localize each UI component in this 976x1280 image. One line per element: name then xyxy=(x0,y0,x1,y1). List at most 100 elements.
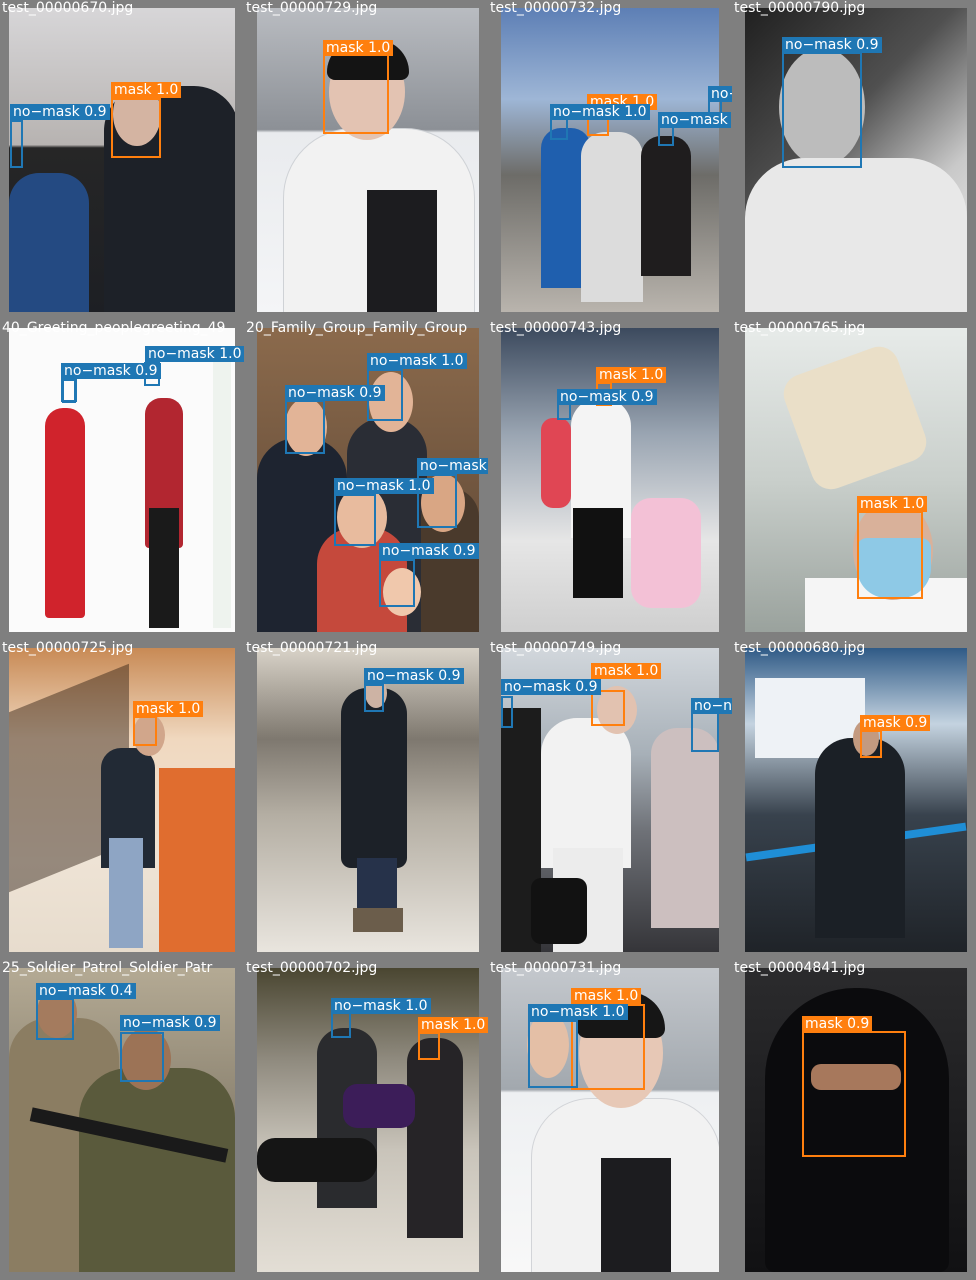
photo xyxy=(745,648,967,952)
bag xyxy=(531,878,587,944)
detection-box xyxy=(691,708,719,752)
person xyxy=(9,173,89,312)
person xyxy=(641,136,691,276)
photo xyxy=(745,328,967,632)
person xyxy=(601,1158,671,1272)
image-filename: test_00000680.jpg xyxy=(734,640,866,656)
detection-box xyxy=(528,1020,578,1088)
detection-label: no−mask xyxy=(417,458,488,474)
detection-label: no−mask 0.9 xyxy=(285,385,385,401)
detection-box xyxy=(802,1031,906,1157)
image-filename: test_00000729.jpg xyxy=(246,0,378,16)
cell-13: no−mask 0.4 no−mask 0.9 25_Soldier_Patro… xyxy=(0,960,244,1280)
detection-label: no−mask 0.9 xyxy=(379,543,479,559)
image-filename: test_00000790.jpg xyxy=(734,0,866,16)
detection-box xyxy=(658,126,674,146)
person xyxy=(407,1038,463,1238)
image-filename: test_00000721.jpg xyxy=(246,640,378,656)
detection-label: no−mask 1.0 xyxy=(528,1004,628,1020)
detection-box xyxy=(111,98,161,158)
detection-label: mask 0.9 xyxy=(802,1016,873,1032)
detection-label: no−mask 1.0 xyxy=(331,998,431,1014)
detection-label: mask 1.0 xyxy=(591,663,662,679)
photo xyxy=(501,8,719,312)
detection-label: mask 1.0 xyxy=(323,40,394,56)
person xyxy=(631,498,701,608)
cell-5: no−mask 1.0 no−mask 0.9 40_Greeting_peop… xyxy=(0,320,244,640)
detection-label: no−mask 1.0 xyxy=(334,478,434,494)
bag xyxy=(257,1138,377,1182)
sign xyxy=(159,768,235,952)
cell-15: mask 1.0 no−mask 1.0 test_00000731.jpg xyxy=(488,960,732,1280)
cell-11: mask 1.0 no−mask 0.9 no−n test_00000749.… xyxy=(488,640,732,960)
detection-label: mask 1.0 xyxy=(857,496,928,512)
detection-label: no−mask 0.9 xyxy=(501,679,601,695)
person xyxy=(573,508,623,598)
detection-box xyxy=(334,494,376,546)
detection-label: no−mask 0.9 xyxy=(120,1015,220,1031)
detection-box xyxy=(133,716,157,746)
detection-box xyxy=(591,690,625,726)
image-filename: test_00000670.jpg xyxy=(2,0,134,16)
person xyxy=(581,132,643,302)
detection-label: no−mask 0.9 xyxy=(61,363,161,379)
cell-9: mask 1.0 test_00000725.jpg xyxy=(0,640,244,960)
cell-4: no−mask 0.9 test_00000790.jpg xyxy=(732,0,976,320)
cell-6: no−mask 1.0 no−mask 0.9 no−mask no−mask … xyxy=(244,320,488,640)
detection-box xyxy=(10,120,23,168)
detection-label: mask 1.0 xyxy=(133,701,204,717)
detection-box xyxy=(857,511,923,599)
detection-box xyxy=(364,684,384,712)
detection-label: no− xyxy=(708,86,732,102)
detection-label: no−mask 0.9 xyxy=(782,37,882,53)
image-filename: test_00004841.jpg xyxy=(734,960,866,976)
stripe xyxy=(213,358,231,628)
detection-box xyxy=(501,696,513,728)
image-filename: 40_Greeting_peoplegreeting_49 xyxy=(2,320,226,336)
detection-box xyxy=(860,730,882,758)
person xyxy=(109,838,143,948)
detection-box xyxy=(62,379,76,403)
cell-1: mask 1.0 no−mask 0.9 test_00000670.jpg xyxy=(0,0,244,320)
image-filename: test_00000732.jpg xyxy=(490,0,622,16)
detection-label: mask 1.0 xyxy=(111,82,182,98)
cell-8: mask 1.0 test_00000765.jpg xyxy=(732,320,976,640)
detection-box xyxy=(285,400,325,454)
person xyxy=(745,158,967,312)
detection-label: no−mask 1.0 xyxy=(367,353,467,369)
person xyxy=(541,418,571,508)
cell-16: mask 0.9 test_00004841.jpg xyxy=(732,960,976,1280)
cell-12: mask 0.9 test_00000680.jpg xyxy=(732,640,976,960)
detection-label: no−mask 1.0 xyxy=(145,346,244,362)
detection-box xyxy=(323,54,389,134)
person xyxy=(367,190,437,312)
detection-box xyxy=(379,559,415,607)
person xyxy=(815,738,905,938)
person xyxy=(45,408,85,618)
cell-2: mask 1.0 test_00000729.jpg xyxy=(244,0,488,320)
detection-box xyxy=(550,118,568,140)
detection-box xyxy=(120,1032,164,1082)
logo xyxy=(343,1084,415,1128)
detection-label: no−mask xyxy=(658,112,731,128)
image-filename: test_00000765.jpg xyxy=(734,320,866,336)
image-filename: test_00000725.jpg xyxy=(2,640,134,656)
detection-label: mask 1.0 xyxy=(596,367,667,383)
detection-box xyxy=(331,1012,351,1038)
lamp xyxy=(778,341,932,495)
detection-box xyxy=(418,1032,440,1060)
image-filename: test_00000749.jpg xyxy=(490,640,622,656)
detection-label: no−mask 0.9 xyxy=(557,389,657,405)
cell-10: no−mask 0.9 test_00000721.jpg xyxy=(244,640,488,960)
person xyxy=(79,1068,235,1272)
person xyxy=(341,688,407,868)
person xyxy=(651,728,719,928)
cell-7: mask 1.0 no−mask 0.9 test_00000743.jpg xyxy=(488,320,732,640)
person xyxy=(541,718,631,868)
image-filename: 25_Soldier_Patrol_Soldier_Patr xyxy=(2,960,213,976)
detection-label: mask 0.9 xyxy=(860,715,931,731)
detection-label: mask 1.0 xyxy=(418,1017,488,1033)
image-filename: test_00000731.jpg xyxy=(490,960,622,976)
detection-label: no−mask 1.0 xyxy=(550,104,650,120)
photo xyxy=(9,8,235,312)
